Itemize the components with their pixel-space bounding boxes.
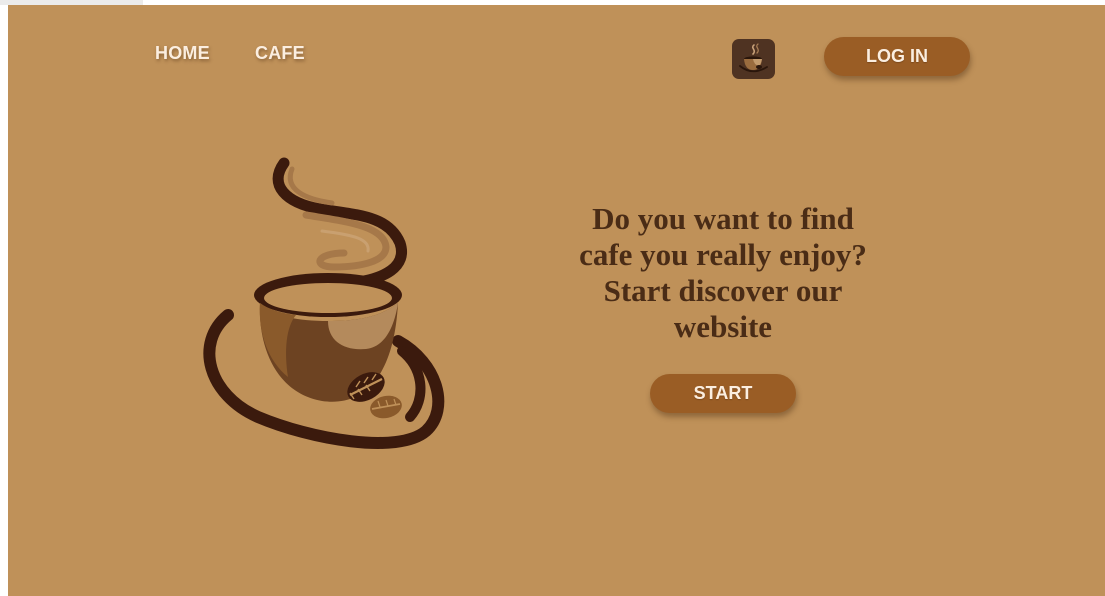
headline-line: Start discover our [603, 273, 843, 308]
page-frame: HOME CAFE LOG IN Do you want to find caf… [8, 5, 1105, 596]
coffee-cup-logo [203, 157, 445, 449]
start-button[interactable]: START [650, 374, 796, 413]
nav-cafe-link[interactable]: CAFE [255, 43, 305, 64]
hero-headline: Do you want to find cafe you really enjo… [538, 201, 908, 345]
login-button[interactable]: LOG IN [824, 37, 970, 76]
headline-line: cafe you really enjoy? [579, 237, 867, 272]
headline-line: website [673, 309, 773, 344]
coffee-cup-icon[interactable] [732, 39, 775, 79]
headline-line: Do you want to find [592, 201, 854, 236]
nav-home-link[interactable]: HOME [155, 43, 210, 64]
